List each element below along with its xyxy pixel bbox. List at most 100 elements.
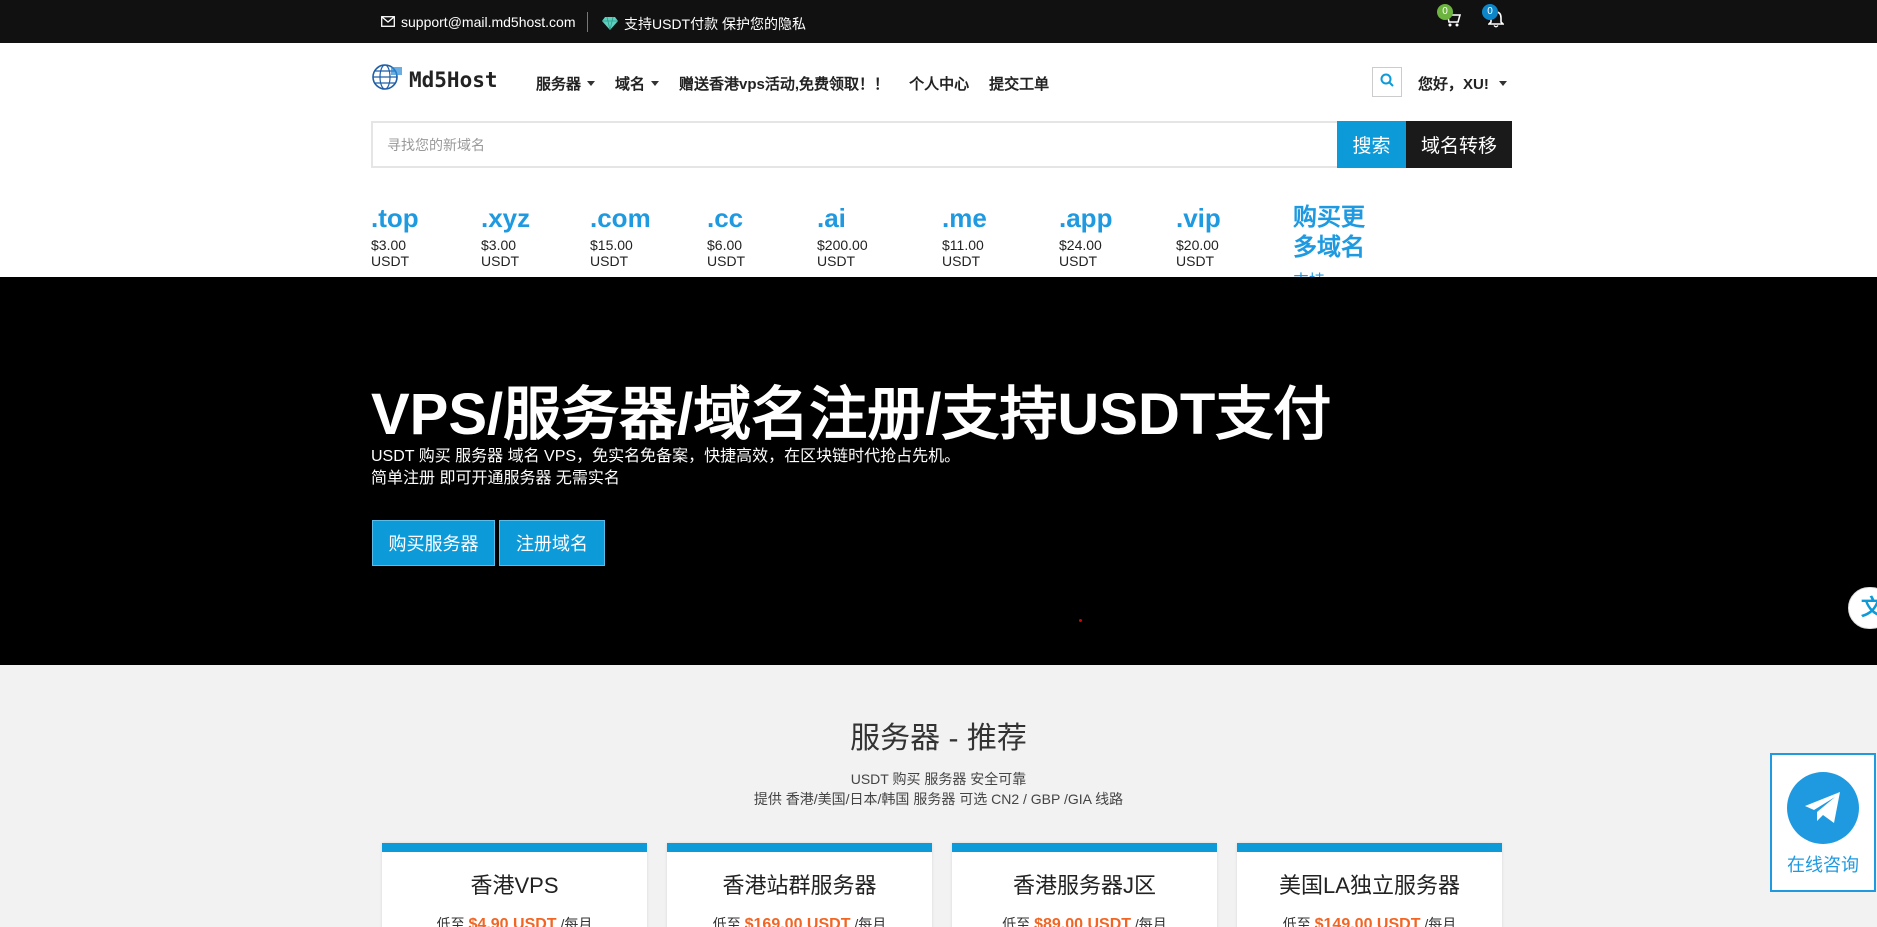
nav-submit-ticket-label: 提交工单 bbox=[989, 76, 1050, 93]
tld-item[interactable]: .com $15.00 USDT bbox=[590, 203, 651, 269]
tld-extension: .me bbox=[942, 203, 987, 233]
product-card[interactable]: 美国LA独立服务器 低至 $149.00 USDT /每月 bbox=[1237, 843, 1502, 927]
site-logo[interactable]: Md5Host bbox=[371, 63, 498, 96]
buy-server-button[interactable]: 购买服务器 bbox=[372, 520, 495, 566]
price-prefix: 低至 bbox=[436, 916, 465, 927]
recommended-servers-section: 服务器 - 推荐 USDT 购买 服务器 安全可靠 提供 香港/美国/日本/韩国… bbox=[0, 665, 1877, 927]
tld-item[interactable]: .top $3.00 USDT bbox=[371, 203, 419, 269]
price-prefix: 低至 bbox=[712, 916, 741, 927]
telegram-consult-widget[interactable]: 在线咨询 bbox=[1770, 753, 1876, 892]
carousel-dot bbox=[1079, 619, 1082, 622]
telegram-icon bbox=[1787, 772, 1859, 844]
tld-price: $3.00 USDT bbox=[371, 237, 410, 269]
tld-extension: .ai bbox=[817, 203, 846, 233]
domain-search-input[interactable] bbox=[371, 121, 1337, 168]
chevron-down-icon bbox=[651, 81, 660, 86]
nav-promo-label: 赠送香港vps活动,免费领取！！ bbox=[679, 76, 890, 93]
product-title: 香港服务器J区 bbox=[1012, 873, 1156, 898]
tld-price: $20.00 USDT bbox=[1176, 237, 1219, 269]
user-greeting: 您好，XU! bbox=[1418, 76, 1489, 93]
globe-icon bbox=[371, 63, 403, 96]
product-title: 香港站群服务器 bbox=[722, 873, 877, 898]
nav-free-vps-promo[interactable]: 赠送香港vps活动,免费领取！！ bbox=[679, 73, 889, 94]
nav-servers[interactable]: 服务器 bbox=[536, 73, 596, 94]
support-email[interactable]: support@mail.md5host.com bbox=[381, 14, 576, 30]
tld-price: $200.00 USDT bbox=[817, 237, 868, 269]
tld-extension: .cc bbox=[707, 203, 744, 233]
main-header: Md5Host 服务器 域名 赠送香港vps活动,免费领取！！ 个人中心 提交工… bbox=[0, 43, 1877, 119]
tld-item[interactable]: .app $24.00 USDT bbox=[1059, 203, 1112, 269]
notifications-button[interactable]: 0 bbox=[1482, 4, 1505, 31]
more-domains-title: 购买更多域名 bbox=[1293, 204, 1365, 261]
product-card[interactable]: 香港服务器J区 低至 $89.00 USDT /每月 bbox=[952, 843, 1217, 927]
product-price: 低至 $149.00 USDT /每月 bbox=[1237, 914, 1502, 927]
tld-item[interactable]: .me $11.00 USDT bbox=[942, 203, 987, 269]
top-bar: support@mail.md5host.com 支持USDT付款 保护您的隐私… bbox=[0, 0, 1877, 43]
price-value: $169.00 USDT bbox=[744, 916, 851, 927]
tld-price: $6.00 USDT bbox=[707, 237, 746, 269]
nav-submit-ticket[interactable]: 提交工单 bbox=[989, 73, 1049, 94]
header-search-button[interactable] bbox=[1372, 67, 1402, 97]
nav-user-center-label: 个人中心 bbox=[909, 76, 970, 93]
tld-price: $11.00 USDT bbox=[942, 237, 984, 269]
usdt-notice: 支持USDT付款 保护您的隐私 bbox=[602, 14, 806, 34]
usdt-notice-text: 支持USDT付款 保护您的隐私 bbox=[624, 16, 806, 32]
price-value: $149.00 USDT bbox=[1314, 916, 1421, 927]
domain-search-bar: 搜索 域名转移 bbox=[371, 121, 1512, 168]
nav-servers-label: 服务器 bbox=[536, 76, 582, 93]
tld-extension: .xyz bbox=[481, 203, 531, 233]
chevron-down-icon bbox=[1498, 81, 1507, 86]
divider bbox=[587, 12, 588, 32]
product-card[interactable]: 香港VPS 低至 $4.90 USDT /每月 bbox=[382, 843, 647, 927]
user-menu[interactable]: 您好，XU! bbox=[1418, 73, 1507, 94]
tld-price: $3.00 USDT bbox=[481, 237, 520, 269]
register-domain-button[interactable]: 注册域名 bbox=[499, 520, 605, 566]
section-desc-line2: 提供 香港/美国/日本/韩国 服务器 可选 CN2 / GBP /GIA 线路 bbox=[753, 791, 1124, 807]
chevron-down-icon bbox=[587, 81, 596, 86]
hero-subtitle-line2: 简单注册 即可开通服务器 无需实名 bbox=[371, 470, 620, 487]
price-suffix: /每月 bbox=[560, 916, 593, 927]
hero-banner: VPS/服务器/域名注册/支持USDT支付 USDT 购买 服务器 域名 VPS… bbox=[0, 277, 1877, 665]
tld-item[interactable]: .cc $6.00 USDT bbox=[707, 203, 745, 269]
price-suffix: /每月 bbox=[854, 916, 887, 927]
price-suffix: /每月 bbox=[1134, 916, 1167, 927]
price-prefix: 低至 bbox=[1282, 916, 1311, 927]
section-title: 服务器 - 推荐 bbox=[850, 722, 1027, 755]
support-email-text: support@mail.md5host.com bbox=[401, 14, 576, 30]
tld-item[interactable]: .xyz $3.00 USDT bbox=[481, 203, 530, 269]
nav-user-center[interactable]: 个人中心 bbox=[909, 73, 969, 94]
hero-title: VPS/服务器/域名注册/支持USDT支付 bbox=[371, 382, 1332, 447]
search-icon bbox=[1380, 73, 1394, 92]
tld-item[interactable]: .vip $20.00 USDT bbox=[1176, 203, 1221, 269]
product-price: 低至 $89.00 USDT /每月 bbox=[952, 914, 1217, 927]
price-suffix: /每月 bbox=[1424, 916, 1457, 927]
price-value: $4.90 USDT bbox=[468, 916, 557, 927]
tld-item[interactable]: .ai $200.00 USDT bbox=[817, 203, 868, 269]
price-prefix: 低至 bbox=[1002, 916, 1031, 927]
tld-extension: .com bbox=[590, 203, 651, 233]
notification-count-badge: 0 bbox=[1482, 4, 1498, 20]
product-title: 美国LA独立服务器 bbox=[1279, 873, 1460, 898]
logo-text: Md5Host bbox=[409, 67, 498, 92]
domain-search-button[interactable]: 搜索 bbox=[1337, 121, 1406, 168]
product-title: 香港VPS bbox=[470, 873, 559, 898]
telegram-label: 在线咨询 bbox=[1787, 855, 1859, 875]
nav-domains-label: 域名 bbox=[615, 76, 646, 93]
hero-subtitle-line1: USDT 购买 服务器 域名 VPS，免实名免备案，快捷高效，在区块链时代抢占先… bbox=[371, 448, 961, 465]
main-nav: 服务器 域名 赠送香港vps活动,免费领取！！ 个人中心 提交工单 bbox=[536, 73, 1069, 94]
tld-extension: .app bbox=[1059, 203, 1113, 233]
price-value: $89.00 USDT bbox=[1034, 916, 1132, 927]
nav-domains[interactable]: 域名 bbox=[615, 73, 660, 94]
tld-extension: .top bbox=[371, 203, 419, 233]
tld-extension: .vip bbox=[1176, 203, 1221, 233]
domain-transfer-button[interactable]: 域名转移 bbox=[1406, 121, 1512, 168]
product-price: 低至 $4.90 USDT /每月 bbox=[382, 914, 647, 927]
cart-button[interactable]: 0 bbox=[1437, 4, 1462, 31]
tld-price: $24.00 USDT bbox=[1059, 237, 1102, 269]
envelope-icon bbox=[381, 14, 395, 30]
product-price: 低至 $169.00 USDT /每月 bbox=[667, 914, 932, 927]
product-card[interactable]: 香港站群服务器 低至 $169.00 USDT /每月 bbox=[667, 843, 932, 927]
cart-count-badge: 0 bbox=[1437, 4, 1453, 20]
diamond-icon bbox=[602, 16, 618, 33]
section-desc-line1: USDT 购买 服务器 安全可靠 bbox=[850, 771, 1027, 787]
